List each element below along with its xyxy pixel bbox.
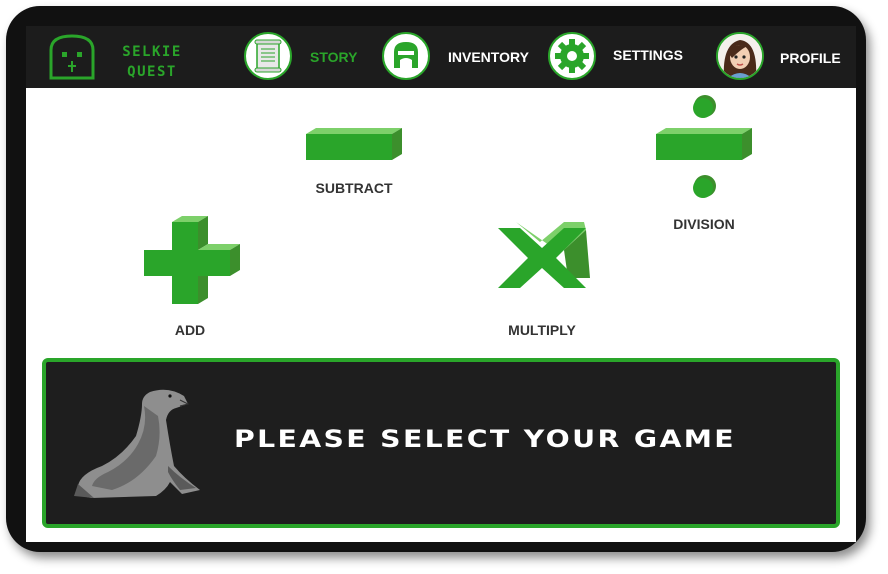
nav-settings[interactable]: SETTINGS bbox=[613, 47, 683, 63]
top-navigation-bar: SELKIE QUEST STORY INVENTORY SETTINGS PR… bbox=[26, 26, 856, 88]
scroll-icon bbox=[254, 39, 282, 73]
avatar[interactable] bbox=[716, 32, 764, 80]
select-game-message: PLEASE SELECT YOUR GAME bbox=[234, 425, 736, 453]
helmet-icon bbox=[394, 42, 418, 68]
add-game-icon[interactable] bbox=[142, 214, 242, 306]
app-logo-text: SELKIE QUEST bbox=[112, 42, 192, 82]
logo-line-1: SELKIE bbox=[122, 44, 182, 60]
settings-nav-icon[interactable] bbox=[548, 32, 596, 80]
game-select-prompt-panel: PLEASE SELECT YOUR GAME bbox=[42, 358, 840, 528]
game-screen: SELKIE QUEST STORY INVENTORY SETTINGS PR… bbox=[26, 26, 856, 542]
add-game-label[interactable]: ADD bbox=[142, 322, 238, 338]
subtract-game-label[interactable]: SUBTRACT bbox=[304, 180, 404, 196]
multiply-game-label[interactable]: MULTIPLY bbox=[492, 322, 592, 338]
story-nav-icon[interactable] bbox=[244, 32, 292, 80]
nav-inventory[interactable]: INVENTORY bbox=[448, 49, 529, 65]
ghost-face-icon bbox=[49, 34, 95, 80]
subtract-game-icon[interactable] bbox=[304, 126, 404, 166]
division-game-label[interactable]: DIVISION bbox=[654, 216, 754, 232]
nav-profile[interactable]: PROFILE bbox=[780, 50, 841, 66]
seal-icon bbox=[74, 389, 200, 498]
multiply-game-icon[interactable] bbox=[494, 220, 594, 300]
profile-avatar-image bbox=[718, 34, 762, 78]
gear-icon bbox=[555, 39, 589, 73]
device-frame: SELKIE QUEST STORY INVENTORY SETTINGS PR… bbox=[6, 6, 866, 552]
nav-story[interactable]: STORY bbox=[310, 49, 357, 65]
inventory-nav-icon[interactable] bbox=[382, 32, 430, 80]
division-game-icon[interactable] bbox=[654, 94, 754, 202]
logo-line-2: QUEST bbox=[127, 64, 177, 80]
